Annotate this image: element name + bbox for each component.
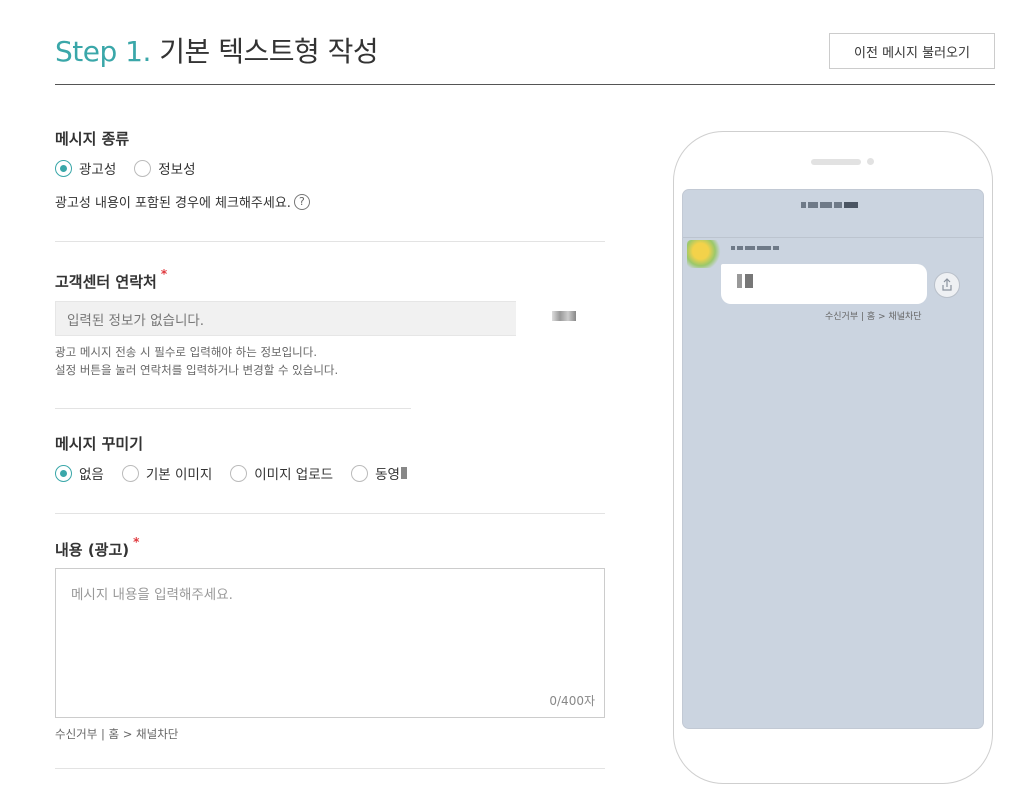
- content-title: 내용 (광고) *: [55, 535, 139, 560]
- radio-unchecked-icon: [351, 464, 369, 482]
- step-label: Step 1.: [55, 35, 151, 68]
- contact-placeholder: 입력된 정보가 없습니다.: [67, 312, 205, 329]
- radio-video[interactable]: 동영: [351, 463, 407, 483]
- message-type-hint: 광고성 내용이 포함된 경우에 체크해주세요. ?: [55, 192, 310, 211]
- content-placeholder: 메시지 내용을 입력해주세요.: [71, 587, 233, 603]
- section-divider: [55, 513, 605, 514]
- radio-label: 없음: [79, 467, 104, 483]
- phone-speaker: [811, 159, 861, 165]
- radio-unchecked-icon: [134, 159, 152, 177]
- load-previous-message-button[interactable]: 이전 메시지 불러오기: [829, 33, 995, 69]
- share-button[interactable]: [934, 272, 960, 298]
- page-title-text: 기본 텍스트형 작성: [159, 35, 379, 68]
- title-divider: [55, 84, 995, 85]
- radio-advertising[interactable]: 광고성: [55, 158, 116, 178]
- help-icon[interactable]: ?: [293, 193, 310, 210]
- section-divider: [55, 241, 605, 242]
- channel-avatar: [687, 240, 721, 268]
- radio-label: 광고성: [79, 162, 117, 178]
- content-title-text: 내용 (광고): [55, 541, 130, 559]
- radio-checked-icon: [55, 464, 72, 482]
- channel-name-blur: [801, 202, 858, 208]
- message-type-radio-group: 광고성 정보성: [55, 158, 214, 178]
- preview-unsubscribe-footer: 수신거부 | 홈 > 채널차단: [825, 312, 922, 322]
- char-count: 0/400자: [549, 694, 595, 708]
- page-title: Step 1. 기본 텍스트형 작성: [55, 30, 379, 70]
- hint-text: 광고성 내용이 포함된 경우에 체크해주세요.: [55, 196, 291, 211]
- message-bubble: [721, 264, 927, 304]
- sender-name-blur: [731, 246, 779, 250]
- message-type-title: 메시지 종류: [55, 130, 130, 148]
- radio-unchecked-icon: [230, 464, 248, 482]
- radio-image-upload[interactable]: 이미지 업로드: [230, 463, 333, 483]
- decoration-radio-group: 없음 기본 이미지 이미지 업로드 동영: [55, 463, 425, 483]
- required-mark: *: [133, 535, 140, 549]
- radio-label: 동영: [375, 467, 400, 483]
- section-divider: [55, 408, 411, 409]
- contact-note-line: 설정 버튼을 눌러 연락처를 입력하거나 변경할 수 있습니다.: [55, 363, 339, 377]
- radio-unchecked-icon: [121, 464, 139, 482]
- contact-title-text: 고객센터 연락처: [55, 273, 157, 291]
- radio-none[interactable]: 없음: [55, 463, 104, 483]
- message-content-textarea[interactable]: 메시지 내용을 입력해주세요. 0/400자: [55, 568, 605, 718]
- contact-field[interactable]: 입력된 정보가 없습니다.: [55, 301, 516, 336]
- radio-label: 기본 이미지: [145, 467, 213, 483]
- redacted-blur: [737, 274, 753, 288]
- required-mark: *: [160, 267, 168, 281]
- preview-screen: 수신거부 | 홈 > 채널차단: [682, 189, 984, 729]
- radio-checked-icon: [55, 159, 72, 177]
- share-icon: [942, 278, 952, 291]
- settings-button[interactable]: [552, 311, 576, 321]
- radio-label: 이미지 업로드: [254, 467, 334, 483]
- radio-basic-image[interactable]: 기본 이미지: [121, 463, 213, 483]
- contact-title: 고객센터 연락처 *: [55, 267, 167, 292]
- contact-note: 광고 메시지 전송 시 필수로 입력해야 하는 정보입니다. 설정 버튼을 눌러…: [55, 343, 338, 379]
- radio-informational[interactable]: 정보성: [134, 158, 196, 178]
- radio-label: 정보성: [158, 162, 196, 178]
- phone-camera: [867, 158, 874, 165]
- unsubscribe-footer: 수신거부 | 홈 > 채널차단: [55, 727, 179, 741]
- section-divider: [55, 768, 605, 769]
- decoration-title: 메시지 꾸미기: [55, 435, 144, 453]
- contact-note-line: 광고 메시지 전송 시 필수로 입력해야 하는 정보입니다.: [55, 345, 318, 359]
- preview-header-divider: [683, 237, 983, 238]
- redacted-blur: [400, 467, 407, 479]
